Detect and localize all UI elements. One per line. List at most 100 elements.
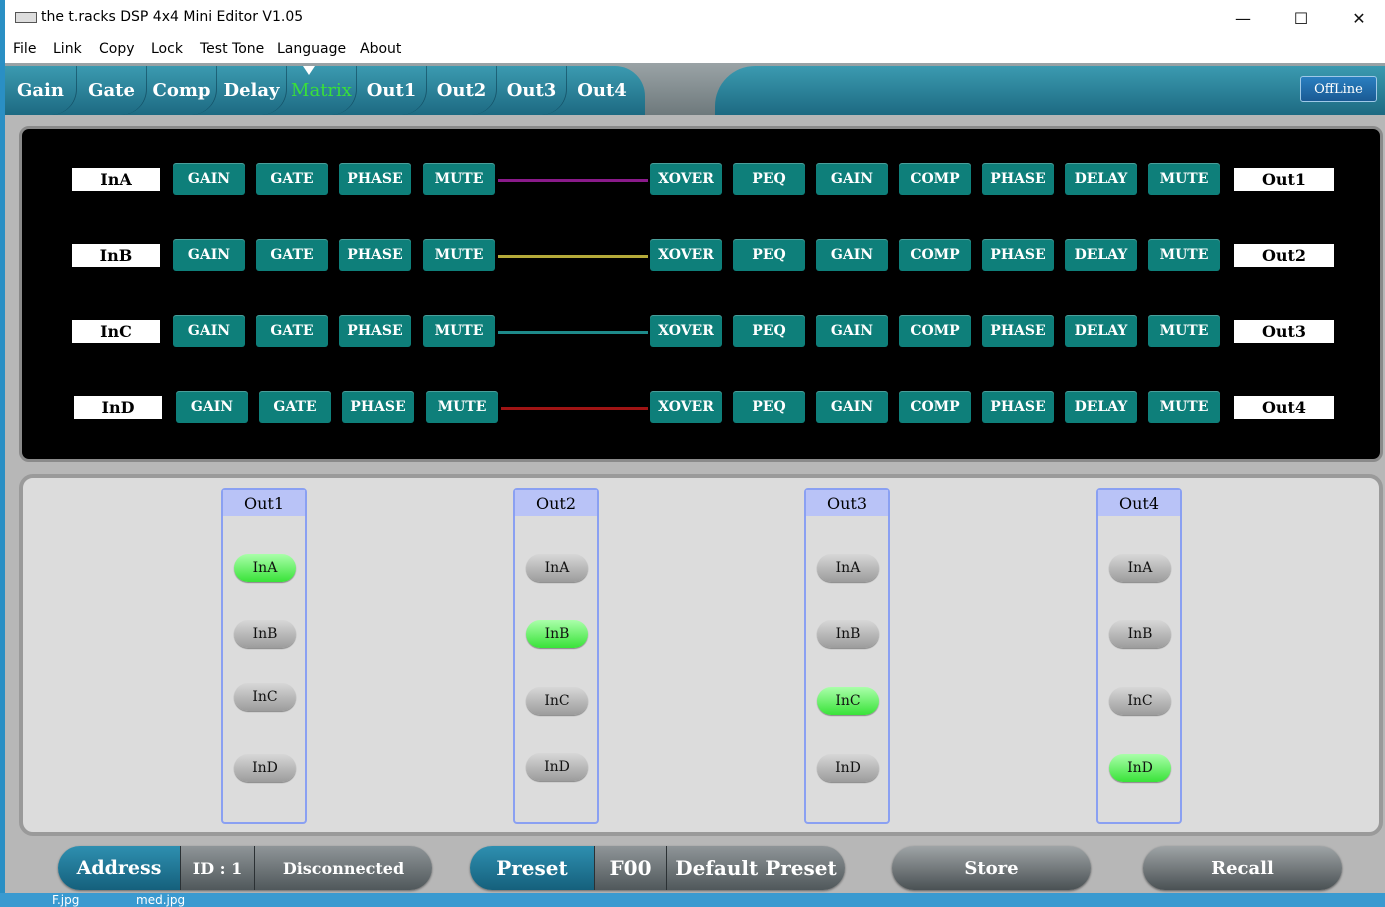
offline-button[interactable]: OffLine [1300, 76, 1377, 102]
inc-wire [498, 331, 648, 334]
tab-out4[interactable]: Out4 [567, 66, 637, 115]
route-out1-ind-button[interactable]: InD [234, 754, 296, 782]
inc-gain-block[interactable]: GAIN [173, 315, 245, 347]
route-out4-inc-button[interactable]: InC [1109, 687, 1171, 715]
out3-delay-block[interactable]: DELAY [1065, 315, 1137, 347]
menu-link[interactable]: Link [53, 41, 82, 57]
inb-phase-block[interactable]: PHASE [339, 239, 411, 271]
out2-comp-block[interactable]: COMP [899, 239, 971, 271]
minimize-button[interactable]: — [1214, 0, 1272, 36]
tab-out3[interactable]: Out3 [497, 66, 567, 115]
preset-name: Default Preset [666, 846, 845, 890]
out1-delay-block[interactable]: DELAY [1065, 163, 1137, 195]
out2-phase-block[interactable]: PHASE [982, 239, 1054, 271]
route-column-out1: Out1 InA InB InC InD [221, 488, 307, 824]
ind-phase-block[interactable]: PHASE [342, 391, 414, 423]
menu-bar: File Link Copy Lock Test Tone Language A… [5, 36, 1385, 63]
out1-gain-block[interactable]: GAIN [816, 163, 888, 195]
store-button[interactable]: Store [892, 846, 1091, 890]
tab-out2[interactable]: Out2 [427, 66, 497, 115]
route-out4-ina-button[interactable]: InA [1109, 554, 1171, 582]
menu-language[interactable]: Language [277, 41, 346, 57]
ina-wire [498, 179, 648, 182]
out2-delay-block[interactable]: DELAY [1065, 239, 1137, 271]
maximize-button[interactable]: ☐ [1272, 0, 1330, 36]
out3-gain-block[interactable]: GAIN [816, 315, 888, 347]
route-out3-ind-button[interactable]: InD [817, 754, 879, 782]
out4-comp-block[interactable]: COMP [899, 391, 971, 423]
address-status: Address ID : 1 Disconnected [58, 846, 432, 890]
route-out4-inb-button[interactable]: InB [1109, 620, 1171, 648]
out3-xover-block[interactable]: XOVER [650, 315, 722, 347]
tab-comp[interactable]: Comp [147, 66, 217, 115]
out4-peq-block[interactable]: PEQ [733, 391, 805, 423]
out4-xover-block[interactable]: XOVER [650, 391, 722, 423]
ina-gate-block[interactable]: GATE [256, 163, 328, 195]
route-out2-ind-button[interactable]: InD [526, 753, 588, 781]
route-out1-ina-button[interactable]: InA [234, 554, 296, 582]
out3-mute-block[interactable]: MUTE [1148, 315, 1220, 347]
route-out2-inc-button[interactable]: InC [526, 687, 588, 715]
connection-status: Disconnected [254, 846, 432, 890]
ina-gain-block[interactable]: GAIN [173, 163, 245, 195]
inc-phase-block[interactable]: PHASE [339, 315, 411, 347]
out2-mute-block[interactable]: MUTE [1148, 239, 1220, 271]
route-out4-ind-button[interactable]: InD [1109, 754, 1171, 782]
route-header-out1: Out1 [223, 490, 305, 516]
route-column-out3: Out3 InA InB InC InD [804, 488, 890, 824]
menu-about[interactable]: About [360, 41, 401, 57]
inb-gain-block[interactable]: GAIN [173, 239, 245, 271]
route-out3-inb-button[interactable]: InB [817, 620, 879, 648]
taskbar-file-f[interactable]: F.jpg [52, 893, 79, 907]
ina-mute-block[interactable]: MUTE [423, 163, 495, 195]
out3-comp-block[interactable]: COMP [899, 315, 971, 347]
route-out2-ina-button[interactable]: InA [526, 554, 588, 582]
out4-mute-block[interactable]: MUTE [1148, 391, 1220, 423]
inc-gate-block[interactable]: GATE [256, 315, 328, 347]
menu-file[interactable]: File [13, 41, 36, 57]
route-out1-inb-button[interactable]: InB [234, 620, 296, 648]
out2-xover-block[interactable]: XOVER [650, 239, 722, 271]
route-out1-inc-button[interactable]: InC [234, 683, 296, 711]
ind-gain-block[interactable]: GAIN [176, 391, 248, 423]
menu-copy[interactable]: Copy [99, 41, 135, 57]
menu-lock[interactable]: Lock [151, 41, 183, 57]
out1-comp-block[interactable]: COMP [899, 163, 971, 195]
out1-xover-block[interactable]: XOVER [650, 163, 722, 195]
tab-gain[interactable]: Gain [5, 66, 77, 115]
recall-button[interactable]: Recall [1143, 846, 1342, 890]
route-out3-ina-button[interactable]: InA [817, 554, 879, 582]
app-icon [15, 12, 37, 23]
out4-delay-block[interactable]: DELAY [1065, 391, 1137, 423]
inb-mute-block[interactable]: MUTE [423, 239, 495, 271]
ind-mute-block[interactable]: MUTE [426, 391, 498, 423]
tab-gate[interactable]: Gate [77, 66, 147, 115]
taskbar-file-med[interactable]: med.jpg [136, 893, 185, 907]
out3-phase-block[interactable]: PHASE [982, 315, 1054, 347]
ind-gate-block[interactable]: GATE [259, 391, 331, 423]
out1-peq-block[interactable]: PEQ [733, 163, 805, 195]
route-out3-inc-button[interactable]: InC [817, 687, 879, 715]
app-window: the t.racks DSP 4x4 Mini Editor V1.05 — … [5, 0, 1385, 900]
device-id: ID : 1 [180, 846, 254, 890]
out3-peq-block[interactable]: PEQ [733, 315, 805, 347]
out2-peq-block[interactable]: PEQ [733, 239, 805, 271]
inb-gate-block[interactable]: GATE [256, 239, 328, 271]
out4-gain-block[interactable]: GAIN [816, 391, 888, 423]
tab-out1[interactable]: Out1 [357, 66, 427, 115]
menu-test-tone[interactable]: Test Tone [200, 41, 264, 57]
tab-matrix[interactable]: Matrix [287, 66, 357, 115]
preset-status: Preset F00 Default Preset [470, 846, 845, 890]
route-out2-inb-button[interactable]: InB [526, 620, 588, 648]
inc-mute-block[interactable]: MUTE [423, 315, 495, 347]
close-button[interactable]: ✕ [1330, 0, 1385, 36]
out1-mute-block[interactable]: MUTE [1148, 163, 1220, 195]
out2-gain-block[interactable]: GAIN [816, 239, 888, 271]
ina-phase-block[interactable]: PHASE [339, 163, 411, 195]
route-header-out2: Out2 [515, 490, 597, 516]
out4-phase-block[interactable]: PHASE [982, 391, 1054, 423]
tab-delay[interactable]: Delay [217, 66, 287, 115]
input-label-ina: InA [72, 168, 160, 191]
inb-wire [498, 255, 648, 258]
out1-phase-block[interactable]: PHASE [982, 163, 1054, 195]
